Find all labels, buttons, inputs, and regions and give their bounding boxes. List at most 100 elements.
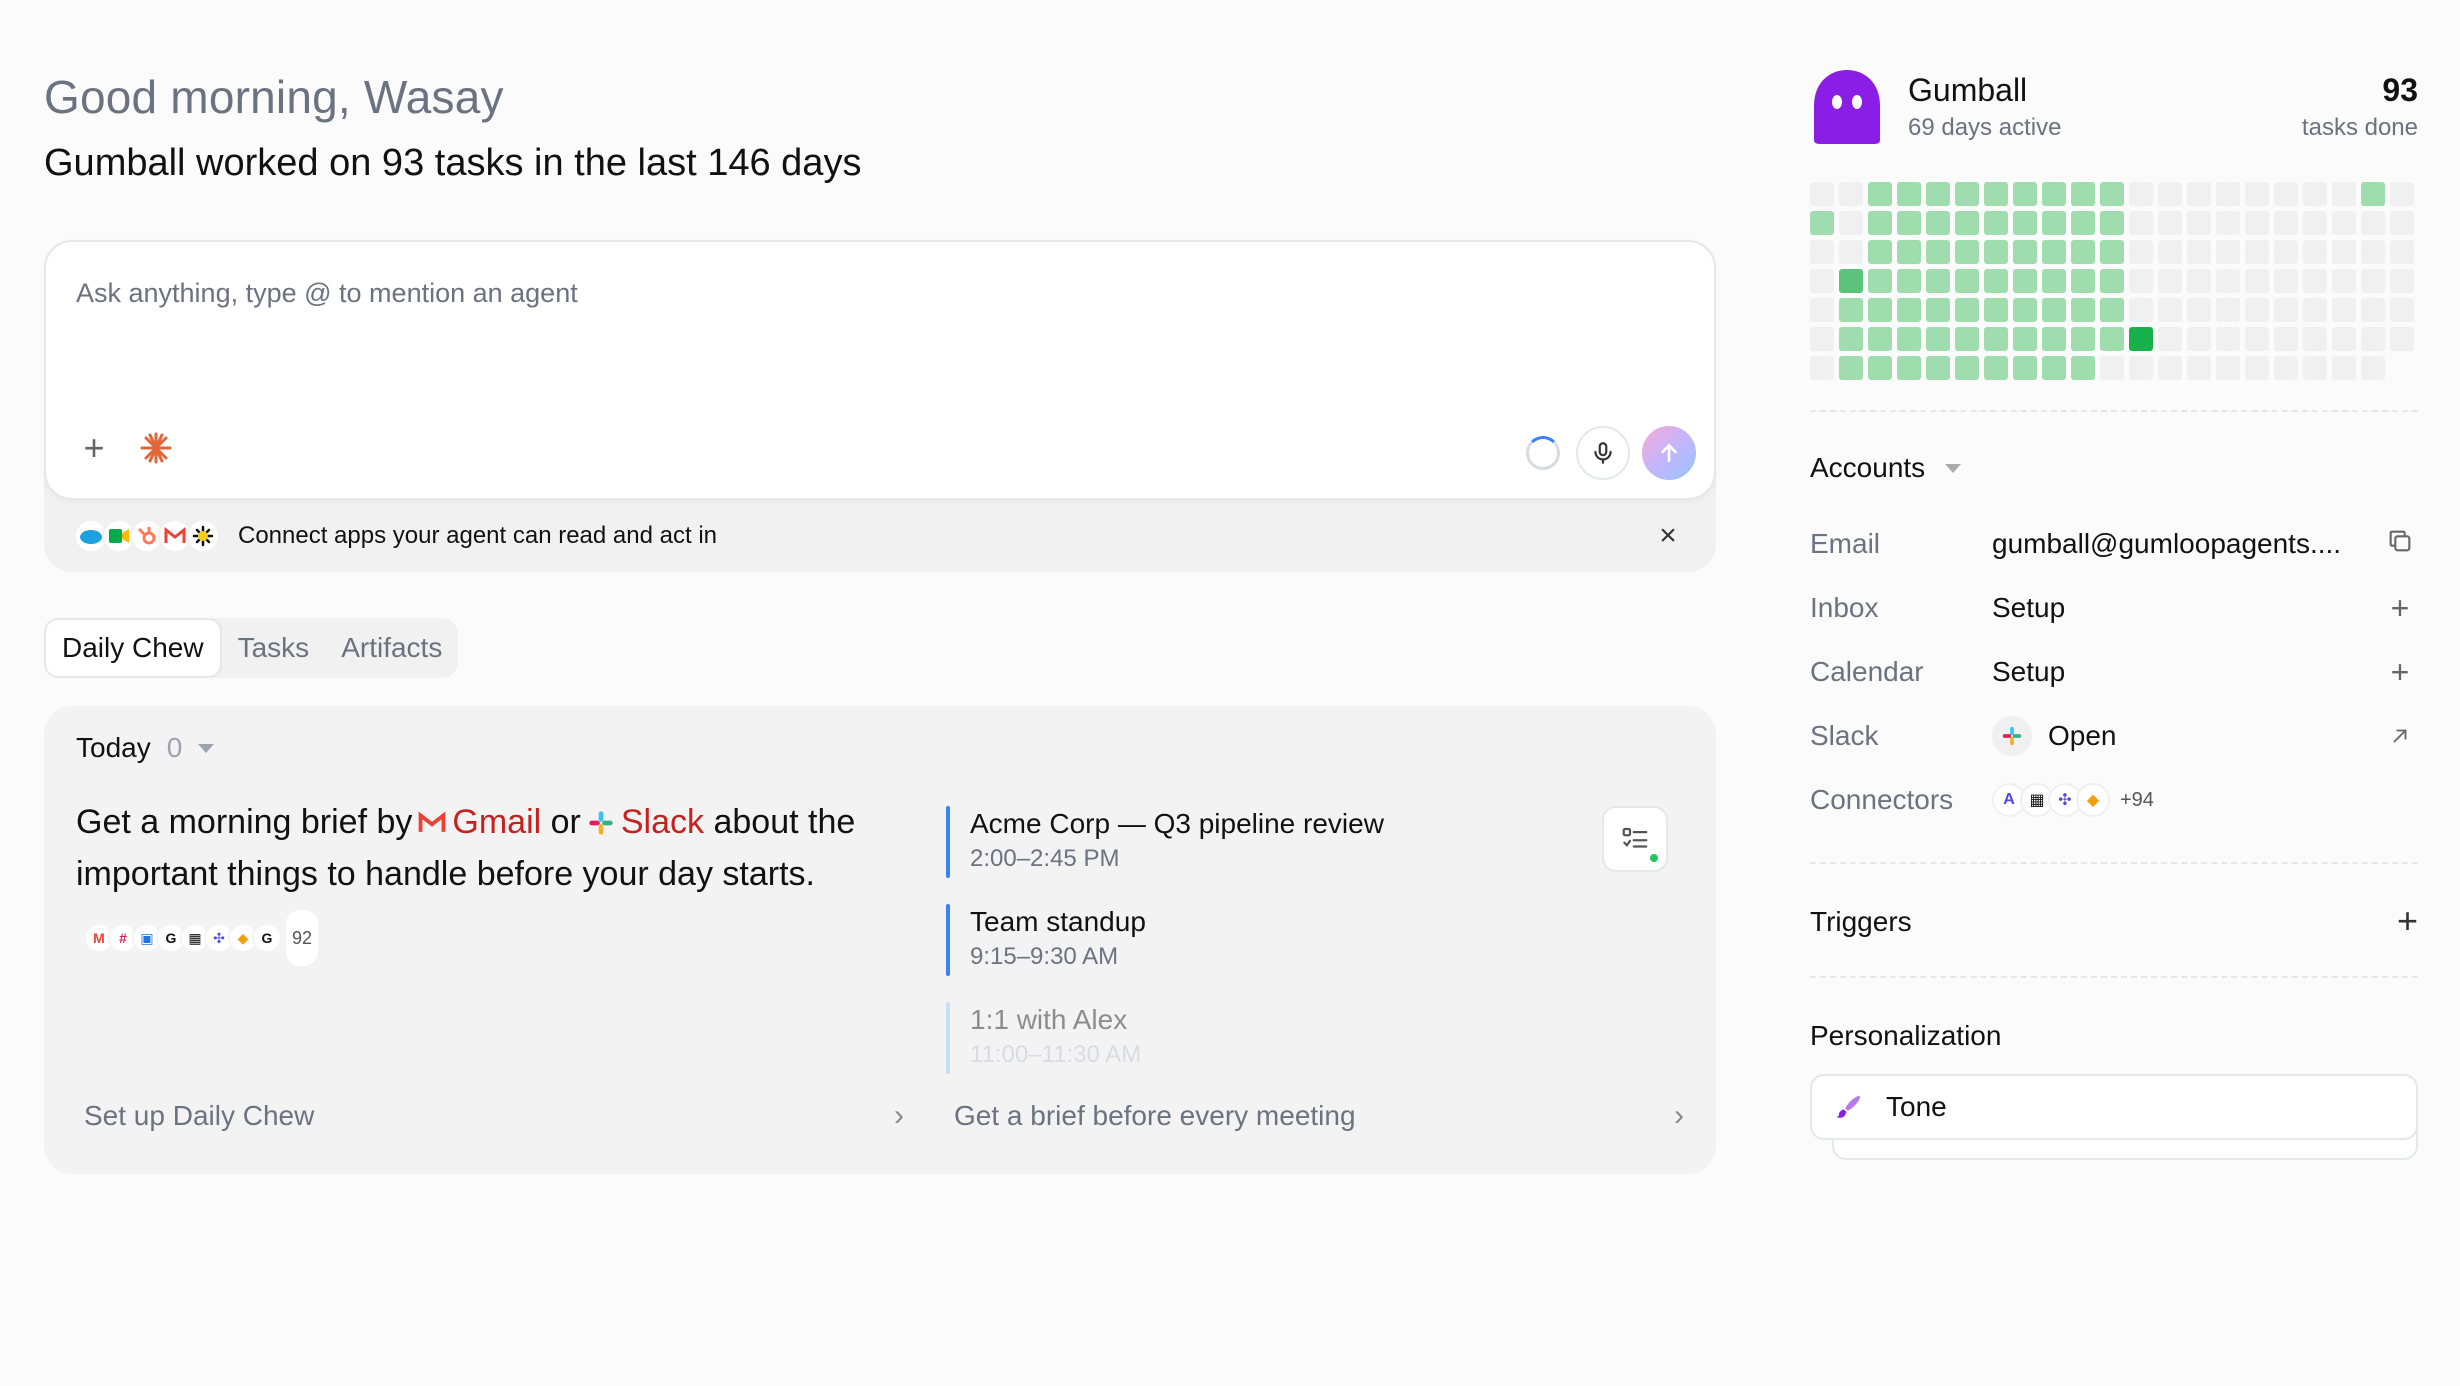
heatmap-cell bbox=[2100, 327, 2124, 351]
heatmap-cell bbox=[2042, 211, 2066, 235]
account-label: Email bbox=[1810, 528, 1881, 559]
heatmap-cell bbox=[1984, 240, 2008, 264]
heatmap-cell bbox=[1839, 298, 1863, 322]
inbox-setup-link[interactable]: Setup bbox=[1992, 592, 2065, 624]
account-row-inbox: Inbox Setup + bbox=[1810, 586, 2418, 630]
heatmap-cell bbox=[2158, 182, 2182, 206]
heatmap-cell bbox=[2303, 211, 2327, 235]
heatmap-cell bbox=[1926, 211, 1950, 235]
heatmap-cell bbox=[2303, 327, 2327, 351]
meeting-item[interactable]: Team standup 9:15–9:30 AM bbox=[946, 904, 1586, 976]
heatmap-cell bbox=[2332, 211, 2356, 235]
close-banner-button[interactable]: × bbox=[1650, 518, 1686, 554]
meeting-item[interactable]: 1:1 with Alex 11:00–11:30 AM bbox=[946, 1002, 1586, 1074]
heatmap-cell bbox=[1955, 182, 1979, 206]
open-slack-button[interactable] bbox=[2382, 718, 2418, 754]
add-calendar-button[interactable]: + bbox=[2382, 654, 2418, 690]
heatmap-cell bbox=[2042, 356, 2066, 380]
tab-daily-chew[interactable]: Daily Chew bbox=[44, 618, 222, 678]
heatmap-cell bbox=[2071, 327, 2095, 351]
heatmap-cell bbox=[1868, 240, 1892, 264]
heatmap-cell bbox=[2245, 182, 2269, 206]
connectors-list[interactable]: A ▦ ✣ ◆ +94 bbox=[1992, 783, 2154, 817]
heatmap-cell bbox=[2245, 356, 2269, 380]
connect-apps-banner[interactable]: Connect apps your agent can read and act… bbox=[74, 518, 1686, 554]
heatmap-cell bbox=[1897, 240, 1921, 264]
arrow-up-icon bbox=[1661, 443, 1677, 462]
connect-apps-text: Connect apps your agent can read and act… bbox=[238, 522, 717, 549]
account-label: Inbox bbox=[1810, 592, 1879, 623]
copy-email-button[interactable] bbox=[2382, 526, 2418, 562]
composer-container: + bbox=[44, 240, 1716, 572]
microphone-button[interactable] bbox=[1576, 426, 1630, 480]
heatmap-cell bbox=[1955, 269, 1979, 293]
setup-daily-chew-link[interactable]: Set up Daily Chew › bbox=[84, 1096, 904, 1136]
heatmap-cell bbox=[1810, 211, 1834, 235]
today-filter[interactable]: Today 0 bbox=[76, 728, 215, 768]
heatmap-cell bbox=[1839, 240, 1863, 264]
ask-input[interactable] bbox=[76, 278, 1576, 309]
heatmap-cell bbox=[2216, 182, 2240, 206]
add-attachment-button[interactable]: + bbox=[76, 430, 112, 466]
slack-open-link[interactable]: Open bbox=[1992, 716, 2117, 756]
meeting-brief-link[interactable]: Get a brief before every meeting › bbox=[954, 1096, 1684, 1136]
view-tabs: Daily Chew Tasks Artifacts bbox=[44, 618, 459, 678]
meeting-time: 11:00–11:30 AM bbox=[970, 1041, 1142, 1068]
heatmap-cell bbox=[2071, 356, 2095, 380]
calendar-setup-link[interactable]: Setup bbox=[1992, 656, 2065, 688]
heatmap-cell bbox=[2013, 182, 2037, 206]
heatmap-cell bbox=[2187, 182, 2211, 206]
accounts-toggle[interactable]: Accounts bbox=[1810, 452, 1962, 484]
heatmap-cell bbox=[2013, 356, 2037, 380]
meeting-title: 1:1 with Alex bbox=[970, 1004, 1128, 1035]
meeting-item[interactable]: Acme Corp — Q3 pipeline review 2:00–2:45… bbox=[946, 806, 1586, 878]
heatmap-cell bbox=[2013, 269, 2037, 293]
agent-active-days: 69 days active bbox=[1908, 114, 2062, 141]
tone-card[interactable]: Tone bbox=[1810, 1074, 2418, 1140]
agent-name: Gumball bbox=[1908, 72, 2028, 108]
heatmap-cell bbox=[1868, 327, 1892, 351]
heatmap-cell bbox=[2187, 269, 2211, 293]
account-row-calendar: Calendar Setup + bbox=[1810, 650, 2418, 694]
meeting-time: 2:00–2:45 PM bbox=[970, 845, 1120, 872]
tab-artifacts[interactable]: Artifacts bbox=[325, 618, 458, 678]
heatmap-cell bbox=[2332, 240, 2356, 264]
add-inbox-button[interactable]: + bbox=[2382, 590, 2418, 626]
tasks-done-label: tasks done bbox=[2301, 114, 2418, 141]
heatmap-grid bbox=[1810, 182, 2414, 380]
heatmap-cell bbox=[2361, 327, 2385, 351]
heatmap-cell bbox=[2361, 240, 2385, 264]
heatmap-cell bbox=[1926, 182, 1950, 206]
heatmap-cell bbox=[2158, 269, 2182, 293]
heatmap-cell bbox=[1955, 327, 1979, 351]
heatmap-cell bbox=[2274, 269, 2298, 293]
setup-daily-chew-label: Set up Daily Chew bbox=[84, 1100, 315, 1131]
heatmap-cell bbox=[2013, 327, 2037, 351]
heatmap-cell bbox=[1810, 240, 1834, 264]
heatmap-cell bbox=[2187, 211, 2211, 235]
heatmap-cell bbox=[1984, 269, 2008, 293]
heatmap-cell bbox=[1897, 327, 1921, 351]
send-button[interactable] bbox=[1642, 426, 1696, 480]
heatmap-cell bbox=[1926, 356, 1950, 380]
heatmap-cell bbox=[1897, 269, 1921, 293]
ghost-icon bbox=[1814, 70, 1880, 144]
heatmap-cell bbox=[2100, 356, 2124, 380]
add-trigger-button[interactable]: + bbox=[2397, 900, 2418, 942]
agenda-button[interactable] bbox=[1602, 806, 1668, 872]
account-row-connectors: Connectors A ▦ ✣ ◆ +94 bbox=[1810, 778, 2418, 822]
plus-icon: + bbox=[2396, 900, 2418, 941]
asterisk-app-icon bbox=[186, 519, 220, 553]
slack-icon bbox=[589, 811, 613, 835]
composer: + bbox=[44, 240, 1716, 500]
gmail-link[interactable]: Gmail bbox=[452, 803, 541, 841]
heatmap-cell bbox=[1984, 356, 2008, 380]
sparkle-button[interactable] bbox=[136, 428, 176, 468]
heatmap-cell bbox=[1955, 298, 1979, 322]
heatmap-cell bbox=[2216, 269, 2240, 293]
tab-tasks[interactable]: Tasks bbox=[222, 618, 326, 678]
greeting: Good morning, Wasay bbox=[44, 71, 504, 123]
heatmap-cell bbox=[2361, 182, 2385, 206]
slack-link[interactable]: Slack bbox=[621, 803, 704, 841]
heatmap-cell bbox=[2361, 298, 2385, 322]
